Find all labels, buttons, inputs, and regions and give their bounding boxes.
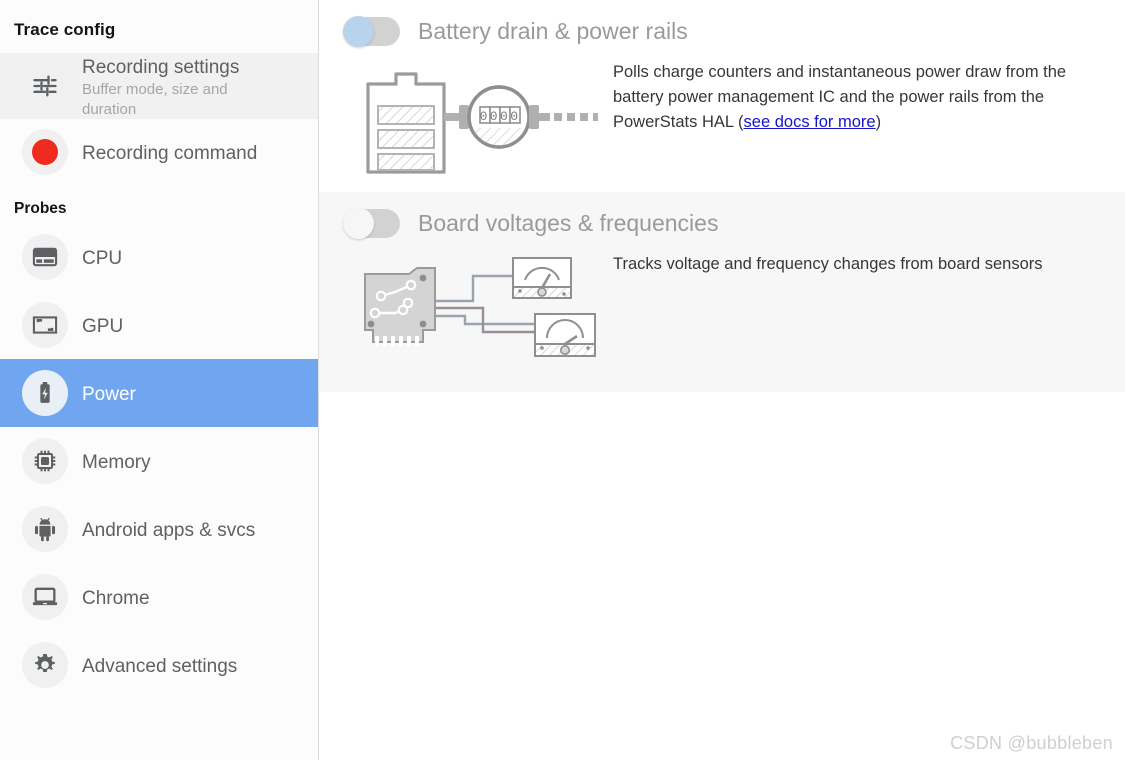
- sidebar-item-text: Recording command: [82, 119, 257, 185]
- toggle-thumb: [343, 207, 374, 239]
- probe-description: Polls charge counters and instantaneous …: [613, 56, 1083, 135]
- sidebar-item-gpu[interactable]: GPU: [0, 291, 318, 359]
- sidebar-item-text: Advanced settings: [82, 631, 237, 699]
- sidebar-item-text: GPU: [82, 291, 123, 359]
- sidebar-item-label: Power: [82, 383, 136, 405]
- sidebar-item-label: GPU: [82, 315, 124, 337]
- memory-chip-icon: [22, 438, 68, 484]
- laptop-icon: [22, 574, 68, 620]
- battery-bolt-icon: [22, 370, 68, 416]
- probe-section-battery-drain: Battery drain & power rails 0000 Polls c…: [319, 0, 1125, 192]
- sidebar-item-sublabel: Buffer mode, size and duration: [82, 80, 228, 118]
- probes-panel: Battery drain & power rails 0000 Polls c…: [319, 0, 1125, 760]
- sidebar-item-label: Chrome: [82, 587, 150, 609]
- probe-description-tail: ): [875, 113, 882, 131]
- probe-title: Board voltages & frequencies: [418, 210, 719, 236]
- sidebar-item-recording-settings[interactable]: Recording settings Buffer mode, size and…: [0, 53, 318, 119]
- record-dot-icon: [22, 129, 68, 175]
- sidebar-item-label: Android apps & svcs: [82, 519, 256, 541]
- gpu-icon: [22, 302, 68, 348]
- android-icon: [22, 506, 68, 552]
- probe-description: Tracks voltage and frequency changes fro…: [613, 248, 1043, 277]
- sidebar-item-memory[interactable]: Memory: [0, 427, 318, 495]
- sidebar-item-text: Power: [82, 359, 136, 427]
- sidebar-item-text: Android apps & svcs: [82, 495, 255, 563]
- sidebar-item-label: Recording settings: [82, 56, 240, 78]
- probe-section-board-voltages: Board voltages & frequencies Tracks volt…: [319, 192, 1125, 392]
- see-docs-link[interactable]: see docs for more: [744, 113, 876, 131]
- probe-title: Battery drain & power rails: [418, 18, 688, 44]
- sidebar-section-probes: Probes: [14, 200, 67, 217]
- probe-body: 0000 Polls charge counters and instantan…: [319, 56, 1125, 174]
- probe-header: Board voltages & frequencies: [319, 207, 1125, 239]
- probe-body: Tracks voltage and frequency changes fro…: [319, 248, 1125, 374]
- perfetto-trace-config-window: Trace config Recording settings Buffer m…: [0, 0, 1125, 760]
- board-gauges-illustration: [343, 248, 613, 374]
- sidebar-item-android-apps-svcs[interactable]: Android apps & svcs: [0, 495, 318, 563]
- sidebar-item-label: CPU: [82, 247, 123, 269]
- sidebar-item-cpu[interactable]: CPU: [0, 223, 318, 291]
- sidebar-item-label: Advanced settings: [82, 655, 238, 677]
- svg-text:0000: 0000: [480, 109, 521, 124]
- sidebar-item-label: Recording command: [82, 142, 258, 164]
- sidebar-item-advanced-settings[interactable]: Advanced settings: [0, 631, 318, 699]
- battery-meter-illustration: 0000: [343, 56, 613, 174]
- sidebar-item-text: CPU: [82, 223, 122, 291]
- sidebar: Trace config Recording settings Buffer m…: [0, 0, 319, 760]
- toggle-board-voltages[interactable]: [343, 207, 400, 239]
- sidebar-item-recording-command[interactable]: Recording command: [0, 119, 318, 185]
- sidebar-item-text: Recording settings Buffer mode, size and…: [82, 53, 272, 119]
- sidebar-title: Trace config: [14, 20, 116, 39]
- toggle-battery-drain[interactable]: [343, 15, 400, 47]
- sidebar-item-label: Memory: [82, 451, 151, 473]
- probe-header: Battery drain & power rails: [319, 15, 1125, 47]
- watermark: CSDN @bubbleben: [950, 733, 1113, 753]
- cpu-icon: [22, 234, 68, 280]
- sidebar-item-text: Chrome: [82, 563, 150, 631]
- sidebar-item-chrome[interactable]: Chrome: [0, 563, 318, 631]
- toggle-thumb: [343, 15, 374, 47]
- gear-icon: [22, 642, 68, 688]
- probe-description-text: Tracks voltage and frequency changes fro…: [613, 255, 1043, 273]
- sliders-icon: [22, 63, 68, 109]
- sidebar-item-text: Memory: [82, 427, 151, 495]
- sidebar-item-power[interactable]: Power: [0, 359, 318, 427]
